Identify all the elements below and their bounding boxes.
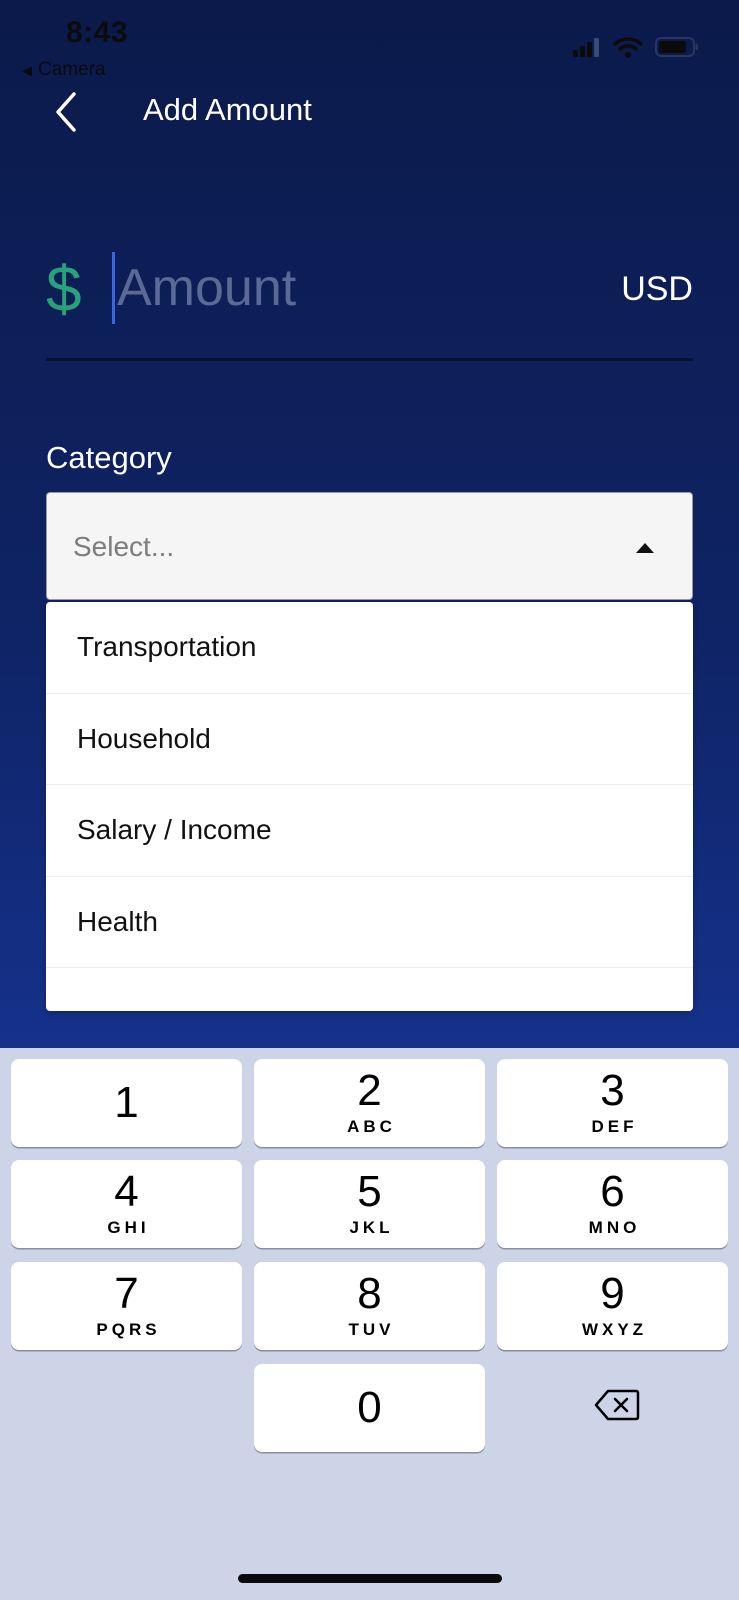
key-letters: JKL [349,1218,394,1237]
key-1[interactable]: 1 [11,1059,242,1147]
key-7[interactable]: 7 PQRS [11,1262,242,1350]
battery-icon [655,37,698,57]
caret-up-icon [636,543,654,553]
key-4[interactable]: 4 GHI [11,1160,242,1248]
key-number: 2 [357,1066,382,1115]
key-3[interactable]: 3 DEF [497,1059,728,1147]
amount-row: $ USD [46,250,693,362]
category-label: Category [46,440,172,475]
cellular-signal-icon [573,38,599,57]
numeric-keyboard: 1 2 ABC 3 DEF 4 GHI 5 JKL 6 MNO 7 PQRS 8… [0,1048,739,1600]
delete-key[interactable] [594,1388,640,1422]
dropdown-option-salary-income[interactable]: Salary / Income [46,785,693,877]
key-0[interactable]: 0 [254,1364,485,1452]
key-number: 8 [357,1269,382,1318]
key-letters: ABC [347,1117,396,1136]
category-select[interactable]: Select... [46,492,693,600]
page-title: Add Amount [143,92,312,127]
home-indicator[interactable] [238,1574,502,1583]
key-number: 4 [114,1167,139,1216]
back-button[interactable] [48,86,88,136]
key-number: 1 [114,1078,139,1127]
back-to-app-link[interactable]: ◀ Camera [22,59,106,81]
back-app-label: Camera [38,59,106,80]
category-dropdown: Transportation Household Salary / Income… [46,602,693,1011]
key-letters: MNO [588,1218,641,1237]
wifi-icon [613,37,643,58]
key-number: 9 [600,1269,625,1318]
key-letters: WXYZ [581,1320,648,1339]
key-letters: TUV [348,1320,395,1339]
status-time: 8:43 [66,16,129,49]
key-letters: PQRS [96,1320,161,1339]
dropdown-option-health[interactable]: Health [46,877,693,968]
key-letters: GHI [107,1218,150,1237]
nav-header: Add Amount [0,80,739,144]
key-number: 7 [114,1269,139,1318]
key-number: 3 [600,1066,625,1115]
back-triangle-icon: ◀ [22,63,32,78]
key-2[interactable]: 2 ABC [254,1059,485,1147]
key-9[interactable]: 9 WXYZ [497,1262,728,1350]
currency-symbol: $ [46,253,82,325]
key-number: 0 [357,1383,382,1432]
dropdown-option-household[interactable]: Household [46,694,693,785]
key-number: 5 [357,1167,382,1216]
amount-underline [46,358,693,361]
chevron-left-icon [56,92,76,132]
currency-code[interactable]: USD [621,270,693,309]
key-8[interactable]: 8 TUV [254,1262,485,1350]
key-6[interactable]: 6 MNO [497,1160,728,1248]
status-icons [573,36,699,58]
backspace-icon [594,1389,640,1421]
dropdown-option-transportation[interactable]: Transportation [46,602,693,694]
key-number: 6 [600,1167,625,1216]
amount-input[interactable] [112,252,542,324]
status-bar: 8:43 ◀ Camera [0,0,739,90]
key-letters: DEF [591,1117,638,1136]
key-5[interactable]: 5 JKL [254,1160,485,1248]
category-select-placeholder: Select... [73,531,175,562]
